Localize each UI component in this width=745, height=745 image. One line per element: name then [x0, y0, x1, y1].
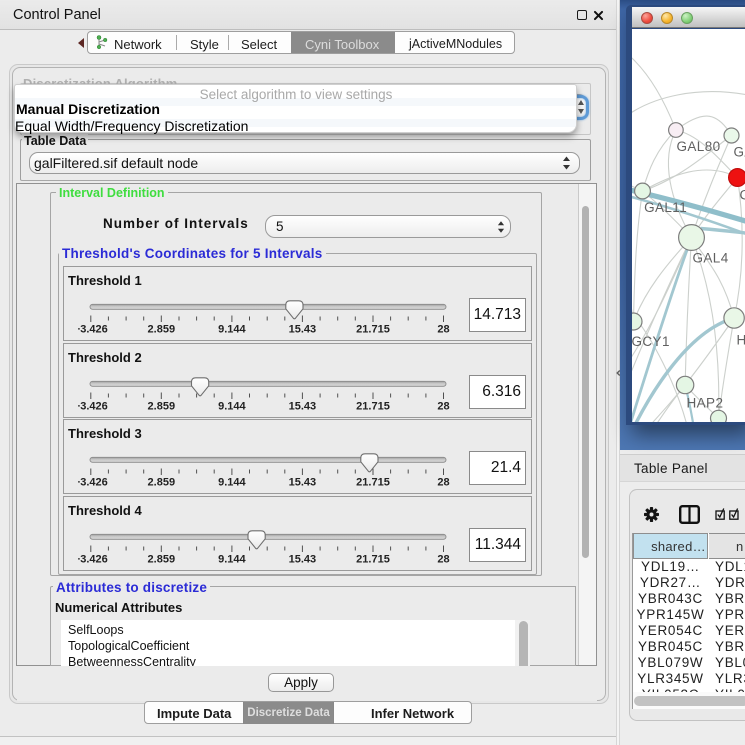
svg-text:HAP2: HAP2 — [686, 395, 723, 410]
svg-text:−3.426: −3.426 — [78, 477, 108, 489]
svg-text:GCY1: GCY1 — [632, 334, 670, 349]
svg-text:9.144: 9.144 — [218, 554, 246, 566]
svg-text:H: H — [736, 332, 745, 347]
svg-text:21.715: 21.715 — [356, 477, 390, 489]
svg-text:GAL11: GAL11 — [644, 200, 687, 215]
svg-text:2.859: 2.859 — [148, 554, 176, 566]
svg-text:GA: GA — [733, 144, 745, 159]
svg-text:GAL80: GAL80 — [676, 139, 720, 154]
svg-text:28: 28 — [437, 401, 449, 413]
svg-text:21.715: 21.715 — [356, 554, 390, 566]
svg-text:15.43: 15.43 — [289, 477, 317, 489]
svg-text:C: C — [739, 187, 745, 202]
svg-text:21.715: 21.715 — [356, 401, 390, 413]
svg-text:−3.426: −3.426 — [78, 554, 108, 566]
svg-text:9.144: 9.144 — [218, 401, 246, 413]
svg-text:2.859: 2.859 — [148, 477, 176, 489]
svg-text:9.144: 9.144 — [218, 324, 246, 336]
svg-text:21.715: 21.715 — [356, 324, 390, 336]
svg-text:−3.426: −3.426 — [78, 324, 108, 336]
svg-text:28: 28 — [437, 554, 449, 566]
svg-text:15.43: 15.43 — [289, 401, 317, 413]
svg-text:9.144: 9.144 — [218, 477, 246, 489]
svg-text:2.859: 2.859 — [148, 324, 176, 336]
svg-text:28: 28 — [437, 324, 449, 336]
svg-text:−3.426: −3.426 — [78, 401, 108, 413]
svg-text:15.43: 15.43 — [289, 324, 317, 336]
svg-text:2.859: 2.859 — [148, 401, 176, 413]
svg-text:15.43: 15.43 — [289, 554, 317, 566]
svg-text:GAL4: GAL4 — [692, 250, 728, 265]
svg-text:28: 28 — [437, 477, 449, 489]
